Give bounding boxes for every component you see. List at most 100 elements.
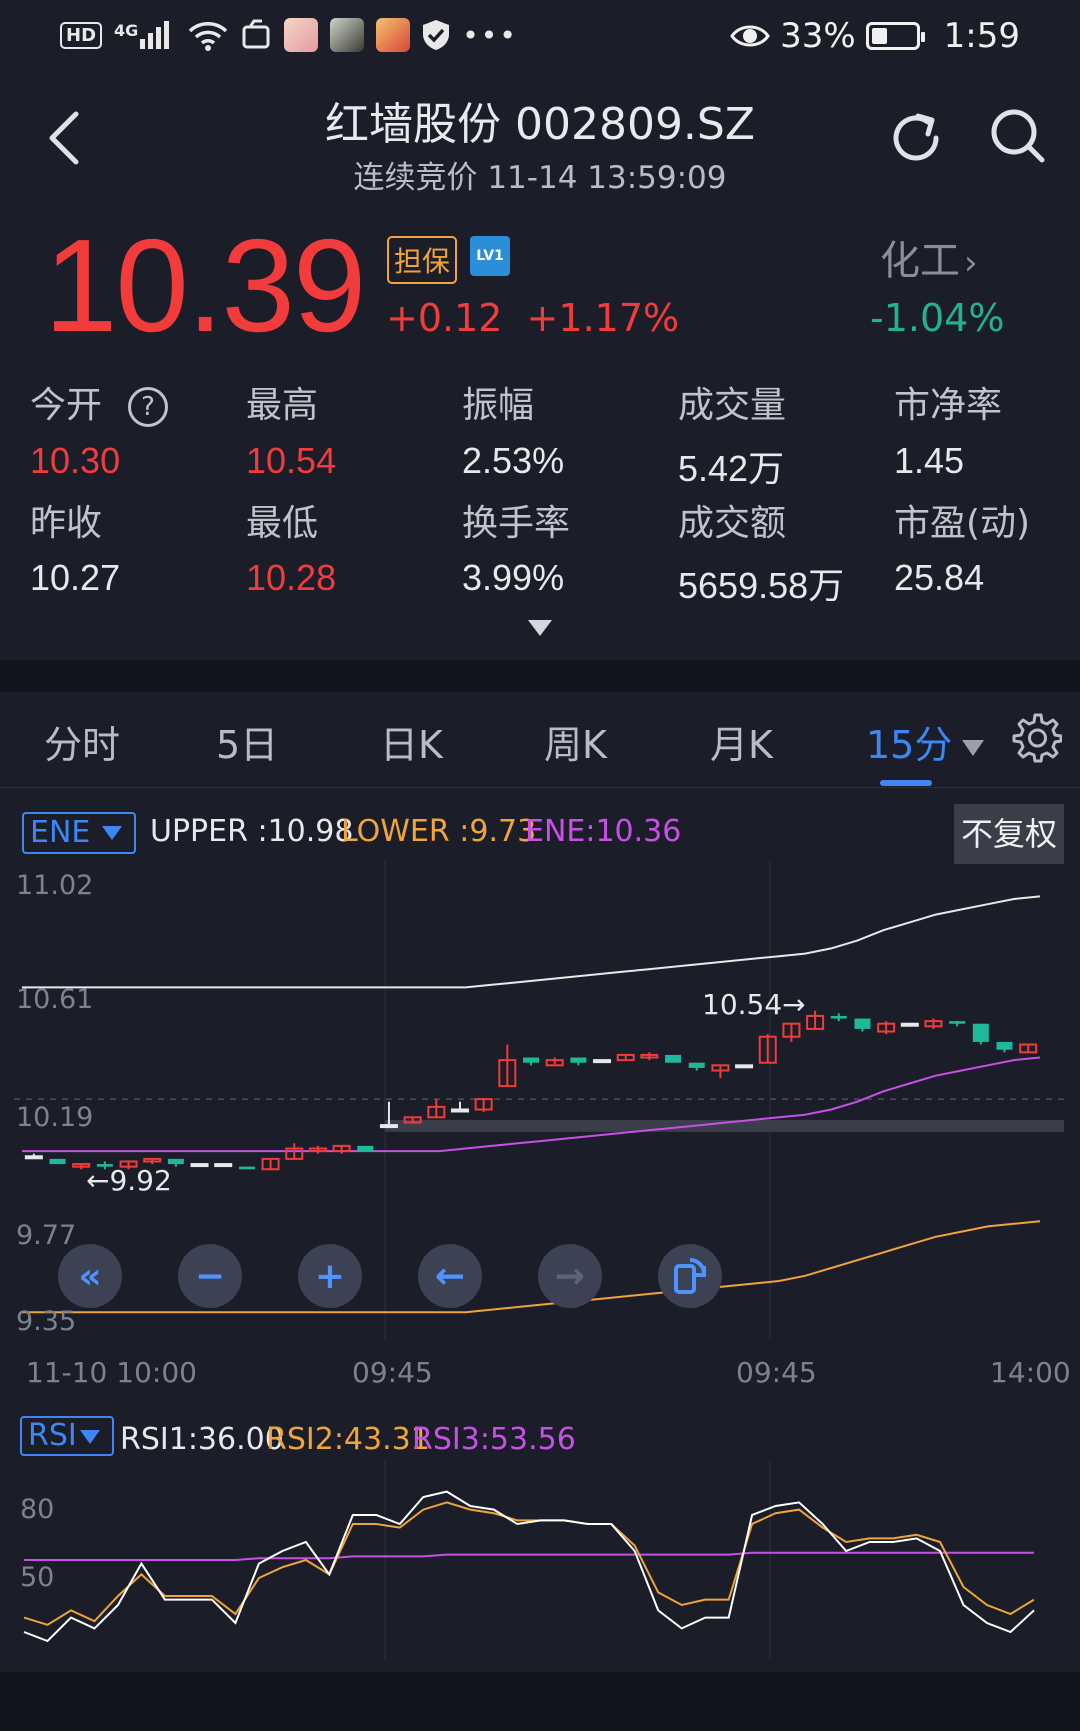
candle bbox=[924, 1018, 943, 1029]
candle bbox=[949, 1021, 966, 1027]
adjust-price-button[interactable]: 不复权 bbox=[954, 804, 1064, 864]
tab-intraday[interactable]: 分时 bbox=[44, 714, 120, 769]
x-label-4: 14:00 bbox=[990, 1356, 1071, 1389]
expand-stats-icon[interactable] bbox=[528, 620, 552, 636]
candle bbox=[996, 1041, 1013, 1053]
candle bbox=[474, 1098, 493, 1113]
gear-icon[interactable] bbox=[1010, 712, 1062, 764]
refresh-icon[interactable] bbox=[886, 108, 946, 168]
stat-label-turnover: 成交额 bbox=[678, 503, 787, 544]
scroll-right-button[interactable]: → bbox=[538, 1244, 602, 1308]
app-notification-icon bbox=[242, 19, 270, 49]
series-line-ene bbox=[22, 1056, 1041, 1153]
y-label-4: 9.77 bbox=[16, 1220, 77, 1251]
zoom-out-button[interactable]: − bbox=[178, 1244, 242, 1308]
rsi-y-label-50: 50 bbox=[20, 1562, 55, 1593]
hd-icon: HD bbox=[60, 21, 103, 49]
candle bbox=[238, 1166, 255, 1170]
signal-4g-icon: 4G bbox=[114, 21, 176, 49]
change-amount: +0.12 bbox=[386, 296, 503, 340]
rewind-button[interactable]: « bbox=[58, 1244, 122, 1308]
tab-5day[interactable]: 5日 bbox=[216, 714, 278, 769]
candle bbox=[877, 1021, 896, 1035]
stat-value-amplitude: 2.53% bbox=[462, 440, 565, 481]
rotate-screen-button[interactable] bbox=[658, 1244, 722, 1308]
industry-label: 化工 bbox=[880, 238, 960, 284]
candle bbox=[806, 1010, 825, 1030]
tab-monthly-k[interactable]: 月K bbox=[710, 714, 773, 769]
zoom-in-button[interactable]: + bbox=[298, 1244, 362, 1308]
rsi-line-rsi2 bbox=[23, 1501, 1035, 1626]
level-badge[interactable]: LV1 bbox=[470, 236, 510, 276]
y-label-2: 10.61 bbox=[16, 984, 94, 1015]
candle bbox=[214, 1163, 233, 1168]
industry-link[interactable]: 化工 › bbox=[880, 228, 978, 286]
indicator-selector[interactable]: ENE bbox=[22, 812, 136, 854]
wifi-icon bbox=[189, 22, 228, 51]
x-label-3: 09:45 bbox=[736, 1356, 817, 1389]
stat-value-low: 10.28 bbox=[246, 557, 337, 598]
candle bbox=[593, 1059, 612, 1064]
app-avatar-icon-2 bbox=[330, 18, 365, 52]
section-divider bbox=[0, 660, 1080, 692]
stat-value-high: 10.54 bbox=[246, 440, 337, 481]
stat-value-prev-close: 10.27 bbox=[30, 557, 121, 598]
candle bbox=[545, 1057, 564, 1067]
network-type-label: 4G bbox=[114, 21, 139, 40]
stat-value-pe: 25.84 bbox=[894, 557, 985, 598]
candle bbox=[498, 1044, 517, 1088]
series-line-upper bbox=[22, 895, 1041, 989]
help-icon[interactable]: ? bbox=[128, 387, 169, 427]
change-percent: +1.17% bbox=[526, 296, 680, 340]
active-tab-indicator bbox=[880, 780, 932, 786]
battery-percent: 33% bbox=[780, 16, 856, 56]
stat-label-high: 最高 bbox=[246, 385, 319, 426]
chart-period-tabs: 分时 5日 日K 周K 月K 15分 bbox=[0, 692, 1080, 788]
candle bbox=[332, 1144, 351, 1154]
x-label-2: 09:45 bbox=[352, 1356, 433, 1389]
candle bbox=[711, 1064, 730, 1079]
status-right-icons: 33% 1:59 bbox=[730, 16, 1020, 56]
candle bbox=[782, 1022, 801, 1042]
tab-15min[interactable]: 15分 bbox=[866, 714, 985, 769]
stat-value-open: 10.30 bbox=[30, 440, 121, 481]
current-price: 10.39 bbox=[44, 212, 366, 359]
battery-icon bbox=[865, 22, 925, 50]
stat-value-volume: 5.42万 bbox=[678, 448, 785, 489]
candle bbox=[972, 1023, 989, 1045]
stat-label-pe: 市盈(动) bbox=[894, 503, 1031, 544]
candle bbox=[308, 1145, 327, 1154]
candle bbox=[688, 1062, 705, 1071]
search-icon[interactable] bbox=[988, 106, 1048, 166]
stat-label-turnover-rate: 换手率 bbox=[462, 503, 571, 544]
stat-label-open: 今开? bbox=[30, 376, 169, 428]
rsi2-legend: RSI2:43.31 bbox=[266, 1422, 430, 1457]
dropdown-caret-icon bbox=[80, 1430, 100, 1444]
stat-label-amplitude: 振幅 bbox=[462, 385, 535, 426]
scroll-left-button[interactable]: ← bbox=[418, 1244, 482, 1308]
rsi-chart[interactable] bbox=[0, 1460, 1080, 1660]
candle bbox=[830, 1013, 847, 1022]
tab-weekly-k[interactable]: 周K bbox=[544, 714, 607, 769]
chevron-right-icon: › bbox=[964, 243, 978, 283]
dropdown-caret-icon bbox=[962, 739, 985, 756]
candle bbox=[616, 1053, 635, 1062]
candle bbox=[427, 1099, 446, 1119]
rsi-indicator-selector[interactable]: RSI bbox=[20, 1416, 114, 1456]
y-label-1: 11.02 bbox=[16, 870, 94, 901]
candle bbox=[570, 1057, 587, 1066]
candle bbox=[523, 1057, 539, 1066]
tab-daily-k[interactable]: 日K bbox=[380, 714, 443, 769]
stat-label-volume: 成交量 bbox=[678, 385, 787, 426]
rsi-y-label-80: 80 bbox=[20, 1494, 55, 1525]
candle bbox=[190, 1163, 209, 1168]
candle bbox=[450, 1101, 469, 1113]
industry-change: -1.04% bbox=[870, 296, 1005, 340]
series-line-lower bbox=[22, 1220, 1041, 1314]
legend-ene: ENE:10.36 bbox=[525, 814, 682, 849]
margin-badge[interactable]: 担保 bbox=[387, 236, 458, 284]
clock: 1:59 bbox=[943, 16, 1020, 56]
candle bbox=[854, 1018, 871, 1032]
rsi1-legend: RSI1:36.00 bbox=[120, 1422, 284, 1457]
dropdown-caret-icon bbox=[102, 826, 122, 840]
